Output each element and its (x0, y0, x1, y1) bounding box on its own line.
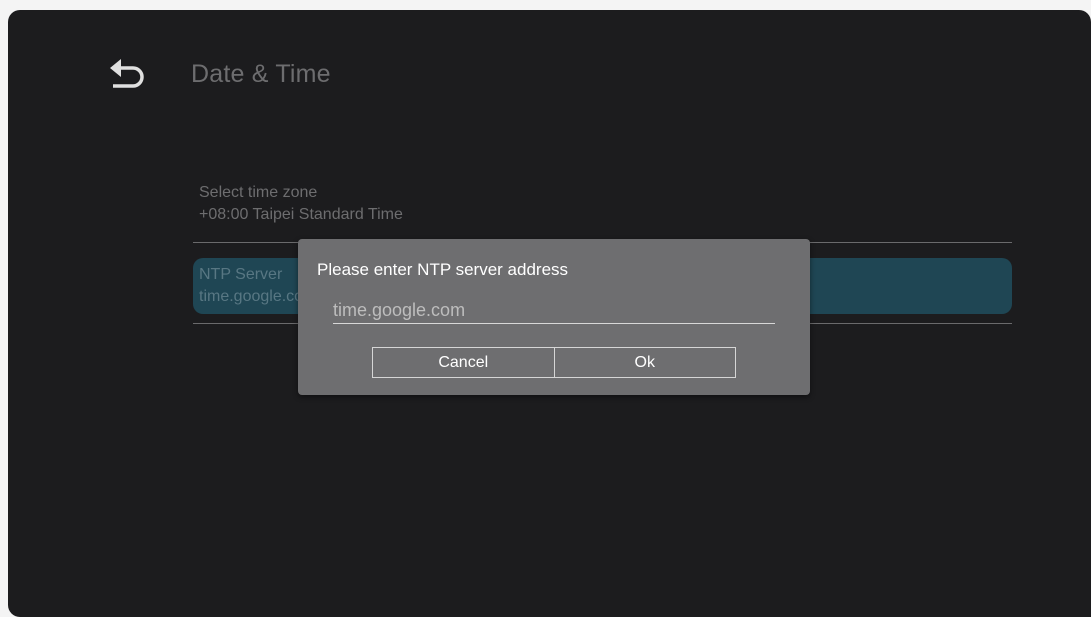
page-title: Date & Time (191, 60, 331, 88)
dialog-title: Please enter NTP server address (317, 260, 569, 279)
tv-settings-screen: Date & Time Select time zone +08:00 Taip… (8, 10, 1091, 617)
setting-ntp-server-title: NTP Server (199, 266, 283, 283)
ok-button[interactable]: Ok (554, 347, 736, 378)
setting-time-zone-value: +08:00 Taipei Standard Time (199, 206, 403, 223)
cancel-button[interactable]: Cancel (372, 347, 555, 378)
back-arrow-icon (110, 59, 144, 88)
setting-time-zone[interactable]: Select time zone +08:00 Taipei Standard … (193, 182, 1012, 238)
back-button[interactable] (101, 57, 147, 97)
ntp-server-input[interactable] (333, 297, 775, 324)
dialog-button-row: Cancel Ok (372, 347, 736, 378)
setting-time-zone-title: Select time zone (199, 184, 318, 201)
ntp-server-dialog: Please enter NTP server address Cancel O… (298, 239, 810, 395)
